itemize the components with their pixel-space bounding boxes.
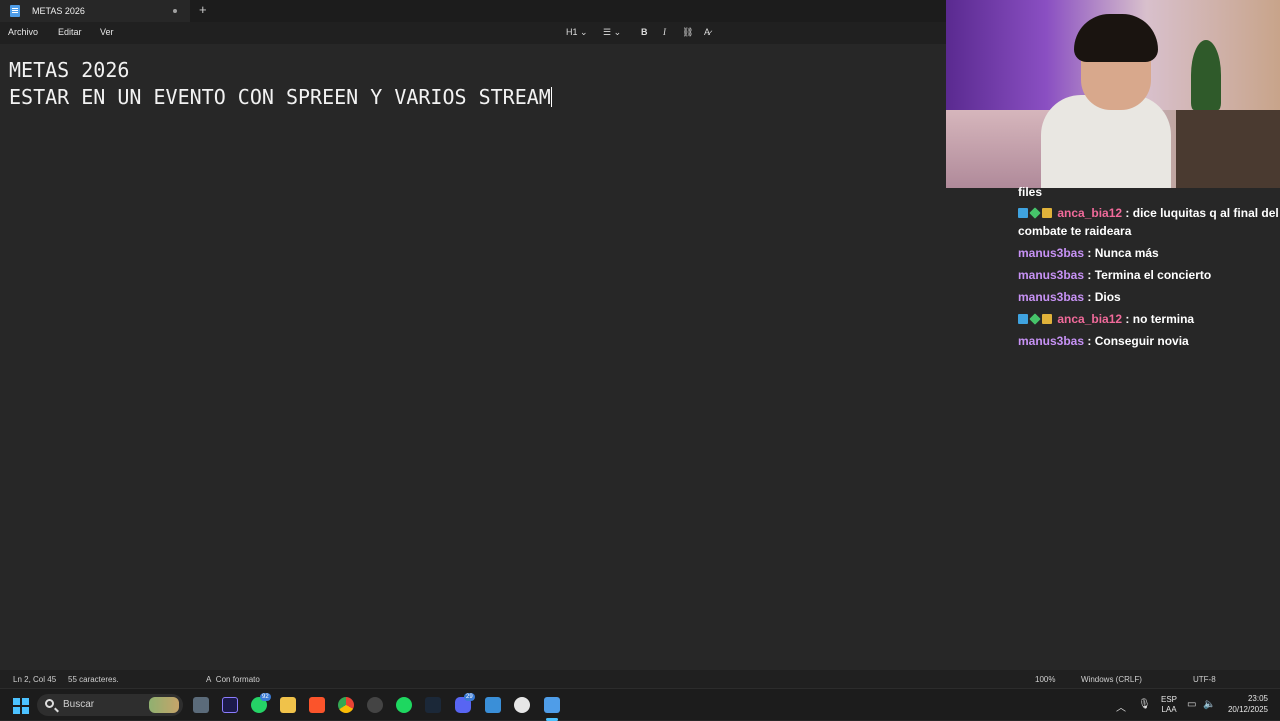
link-icon[interactable]: ⛓ <box>682 27 693 38</box>
clock-time: 23:05 <box>1247 694 1268 703</box>
badge-icon <box>1018 314 1028 324</box>
spotify-icon[interactable] <box>396 697 412 713</box>
premiere-icon[interactable] <box>222 697 238 713</box>
whatsapp-badge: 92 <box>260 693 271 701</box>
badge-icon <box>1018 208 1028 218</box>
tray-chevron-up-icon[interactable]: ︿ <box>1116 699 1126 714</box>
document-tab[interactable]: METAS 2026 <box>0 0 190 22</box>
notepad-taskbar-icon[interactable] <box>544 697 560 713</box>
italic-button[interactable]: I <box>663 27 666 37</box>
system-clock[interactable]: 23:05 20/12/2025 <box>1222 693 1268 715</box>
taskbar: Buscar 92 29 ︿ 🎙 ESP LAA ▭ 🔈 23:05 20/12… <box>0 688 1280 721</box>
list-dropdown[interactable]: ☰ ⌄ <box>603 27 621 38</box>
chat-message: manus3bas : Termina el concierto <box>1014 266 1280 284</box>
chat-message: manus3bas : Nunca más <box>1014 244 1280 262</box>
bold-button[interactable]: B <box>641 27 648 37</box>
line-ending[interactable]: Windows (CRLF) <box>1081 675 1142 684</box>
badge-icon <box>1042 314 1052 324</box>
text-caret <box>550 87 552 107</box>
document-line-2[interactable]: ESTAR EN UN EVENTO CON SPREEN Y VARIOS S… <box>9 85 552 109</box>
webcam-plant <box>1191 40 1221 110</box>
language-code: ESP <box>1160 695 1177 704</box>
chat-username: manus3bas <box>1018 268 1085 282</box>
chat-message: manus3bas : Dios <box>1014 288 1280 306</box>
heading-dropdown[interactable]: H1 ⌄ <box>566 27 588 38</box>
encoding[interactable]: UTF-8 <box>1193 675 1216 684</box>
chat-text: : Termina el concierto <box>1087 268 1212 282</box>
clear-format-icon[interactable]: A̷ <box>704 27 710 37</box>
notepad-icon <box>10 5 20 17</box>
menu-ver[interactable]: Ver <box>100 27 114 37</box>
webcam-overlay <box>946 0 1280 188</box>
start-windows-icon[interactable] <box>13 698 29 714</box>
chevron-down-icon: ⌄ <box>613 27 622 37</box>
chat-username: manus3bas <box>1018 246 1085 260</box>
chat-username: anca_bia12 <box>1057 312 1123 326</box>
unsaved-dot-icon[interactable] <box>173 9 177 13</box>
stream-chat: files anca_bia12 : dice luquitas q al fi… <box>1014 184 1280 354</box>
chat-username: anca_bia12 <box>1057 206 1123 220</box>
obs-icon[interactable] <box>367 697 383 713</box>
badge-icon <box>1029 207 1041 219</box>
new-tab-button[interactable]: + <box>199 3 207 17</box>
format-label: Con formato <box>215 675 260 684</box>
chat-message: manus3bas : Conseguir novia <box>1014 332 1280 350</box>
menu-editar[interactable]: Editar <box>58 27 82 37</box>
steam-icon[interactable] <box>425 697 441 713</box>
chat-text: : Nunca más <box>1087 246 1159 260</box>
brave-icon[interactable] <box>309 697 325 713</box>
chat-text: : Dios <box>1087 290 1121 304</box>
search-highlight-icon <box>149 697 179 713</box>
network-icon[interactable]: ▭ <box>1187 699 1196 710</box>
format-toggle[interactable]: A Con formato <box>206 675 260 684</box>
search-placeholder: Buscar <box>63 699 95 710</box>
keyboard-layout: LAA <box>1161 705 1177 714</box>
chat-message: anca_bia12 : dice luquitas q al final de… <box>1014 204 1280 240</box>
zoom-level[interactable]: 100% <box>1035 675 1055 684</box>
chat-username: manus3bas <box>1018 290 1085 304</box>
volume-icon[interactable]: 🔈 <box>1203 699 1215 710</box>
microphone-icon[interactable]: 🎙 <box>1138 699 1151 710</box>
chat-partial-line: files <box>1018 185 1043 199</box>
discord-badge: 29 <box>464 693 475 701</box>
photos-icon[interactable] <box>485 697 501 713</box>
app-icon[interactable] <box>514 697 530 713</box>
tab-title: METAS 2026 <box>32 6 85 16</box>
webcam-desk <box>1176 110 1280 188</box>
document-line-2-text: ESTAR EN UN EVENTO CON SPREEN Y VARIOS S… <box>9 85 551 109</box>
chrome-icon[interactable] <box>338 697 354 713</box>
status-bar: Ln 2, Col 45 55 caracteres. A Con format… <box>0 670 1280 688</box>
badge-icon <box>1042 208 1052 218</box>
task-view-icon[interactable] <box>193 697 209 713</box>
chat-message: anca_bia12 : no termina <box>1014 310 1280 328</box>
language-indicator[interactable]: ESP LAA <box>1159 695 1179 715</box>
file-explorer-icon[interactable] <box>280 697 296 713</box>
editor-area[interactable]: METAS 2026 ESTAR EN UN EVENTO CON SPREEN… <box>0 44 946 670</box>
chat-username: manus3bas <box>1018 334 1085 348</box>
cursor-position: Ln 2, Col 45 <box>13 675 57 684</box>
document-line-1[interactable]: METAS 2026 <box>9 58 129 82</box>
menu-archivo[interactable]: Archivo <box>8 27 38 37</box>
chevron-down-icon: ⌄ <box>580 27 588 37</box>
taskbar-search[interactable]: Buscar <box>37 694 183 716</box>
badge-icon <box>1029 313 1041 325</box>
heading-label: H1 <box>566 27 578 37</box>
clock-date: 20/12/2025 <box>1227 705 1268 714</box>
search-icon <box>45 699 54 708</box>
character-count: 55 caracteres. <box>68 675 119 684</box>
format-icon: A <box>206 675 212 684</box>
list-icon: ☰ <box>603 27 612 37</box>
chat-text: : no termina <box>1125 312 1195 326</box>
chat-text: : Conseguir novia <box>1087 334 1189 348</box>
